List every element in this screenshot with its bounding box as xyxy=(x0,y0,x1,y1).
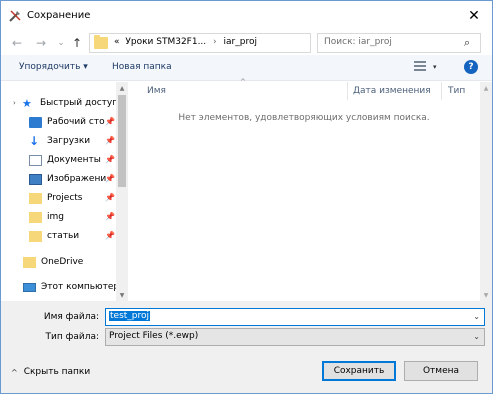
scroll-thumb[interactable] xyxy=(118,95,126,187)
up-arrow-icon: ↑ xyxy=(71,36,83,50)
column-header: ^ Имя Дата изменения Тип xyxy=(128,78,492,100)
search-input[interactable]: Поиск: iar_proj xyxy=(324,37,392,47)
forward-button[interactable]: → xyxy=(33,35,49,51)
folder-icon xyxy=(29,192,42,204)
downloads-icon: ↓ xyxy=(29,133,40,148)
star-icon: ★ xyxy=(22,96,32,110)
column-divider[interactable] xyxy=(441,82,442,100)
chevron-down-icon: ⌄ xyxy=(57,38,65,48)
file-list: ^ Имя Дата изменения Тип Нет элементов, … xyxy=(128,78,492,301)
help-icon: ? xyxy=(468,62,474,72)
sidebar-item-onedrive[interactable]: OneDrive xyxy=(23,253,128,271)
navigation-pane: › ★ Быстрый доступ Рабочий сто 📌 ↓ Загру… xyxy=(1,82,128,301)
folder-icon xyxy=(29,230,42,242)
pin-icon: 📌 xyxy=(105,136,115,145)
breadcrumb-separator[interactable]: › xyxy=(209,37,221,47)
chevron-down-icon[interactable]: ⌄ xyxy=(473,332,480,341)
dialog-footer: ^ Скрыть папки Сохранить Отмена xyxy=(1,351,492,393)
save-button[interactable]: Сохранить xyxy=(322,361,396,381)
column-divider[interactable] xyxy=(347,82,348,100)
forward-arrow-icon: → xyxy=(35,36,47,50)
new-folder-button[interactable]: Новая папка xyxy=(112,62,172,72)
filetype-label: Тип файла: xyxy=(45,332,99,342)
scroll-down-icon[interactable]: ▼ xyxy=(480,289,492,301)
view-dropdown-icon[interactable]: ▾ xyxy=(433,63,437,71)
hide-folders-label: Скрыть папки xyxy=(23,367,91,377)
close-icon: ✕ xyxy=(468,8,480,24)
computer-icon xyxy=(23,282,36,292)
pin-icon: 📌 xyxy=(105,231,115,240)
hide-folders-button[interactable]: ^ Скрыть папки xyxy=(11,367,90,377)
sidebar-item-label: Этот компьютер xyxy=(41,282,120,292)
breadcrumb-current[interactable]: iar_proj xyxy=(224,37,257,47)
sidebar-item-label: Быстрый доступ xyxy=(40,98,119,108)
sidebar-item-label: img xyxy=(47,212,64,222)
column-name[interactable]: Имя xyxy=(147,86,166,96)
search-icon[interactable]: ⌕ xyxy=(464,36,470,50)
file-fields: Имя файла: test_proj ⌄ Тип файла: Projec… xyxy=(1,301,492,351)
sidebar-item-label: статьи xyxy=(47,231,80,241)
folder-icon xyxy=(94,35,108,49)
back-arrow-icon: ← xyxy=(11,36,23,50)
expand-chevron-icon[interactable]: › xyxy=(13,99,19,107)
filename-field[interactable]: test_proj ⌄ xyxy=(105,308,485,326)
pin-icon: 📌 xyxy=(105,193,115,202)
address-bar[interactable]: « Уроки STM32F1... › iar_proj ⌄ ↻ xyxy=(89,33,393,53)
sidebar-item-this-pc[interactable]: Этот компьютер xyxy=(23,278,128,296)
sidebar-item-label: Projects xyxy=(47,193,83,203)
scroll-up-icon[interactable]: ▲ xyxy=(480,82,492,94)
column-type[interactable]: Тип xyxy=(448,86,465,96)
file-list-scrollbar[interactable]: ▲ ▼ xyxy=(480,82,492,301)
organize-button[interactable]: Упорядочить ▾ xyxy=(19,62,88,72)
filetype-select[interactable]: Project Files (*.ewp) ⌄ xyxy=(105,328,485,346)
window-title: Сохранение xyxy=(27,10,91,21)
close-button[interactable]: ✕ xyxy=(459,3,489,29)
onedrive-icon xyxy=(23,256,36,268)
chevron-up-icon: ^ xyxy=(11,367,18,377)
filetype-value: Project Files (*.ewp) xyxy=(109,331,199,341)
save-button-label: Сохранить xyxy=(333,366,385,376)
recent-locations-button[interactable]: ⌄ xyxy=(53,35,69,51)
help-button[interactable]: ? xyxy=(464,60,478,74)
save-dialog: Сохранение ✕ ← → ⌄ ↑ « Уроки STM32F1... … xyxy=(0,0,493,394)
sidebar-item-label: Документы xyxy=(47,155,101,165)
sidebar-item-quick-access[interactable]: › ★ Быстрый доступ xyxy=(13,94,128,112)
breadcrumb-overflow[interactable]: « xyxy=(114,37,120,47)
cancel-button-label: Отмена xyxy=(422,366,460,376)
sidebar-item-label: Загрузки xyxy=(47,136,91,146)
pin-icon: 📌 xyxy=(105,174,115,183)
pin-icon: 📌 xyxy=(105,155,115,164)
pin-icon: 📌 xyxy=(105,117,115,126)
scroll-down-icon[interactable]: ▼ xyxy=(116,289,128,301)
filename-input[interactable]: test_proj xyxy=(109,311,151,321)
sidebar-scrollbar[interactable]: ▲ ▼ xyxy=(116,82,128,301)
folder-icon xyxy=(29,211,42,223)
breadcrumb-parent[interactable]: Уроки STM32F1... xyxy=(125,37,206,47)
view-options-icon[interactable] xyxy=(414,61,426,73)
pin-icon: 📌 xyxy=(105,212,115,221)
documents-icon xyxy=(29,154,42,166)
empty-message: Нет элементов, удовлетворяющих условиям … xyxy=(178,113,430,123)
search-box[interactable]: Поиск: iar_proj ⌕ xyxy=(317,33,481,53)
command-bar: Упорядочить ▾ Новая папка ▾ ? xyxy=(1,55,492,81)
sidebar-item-label: OneDrive xyxy=(41,257,84,267)
sort-ascending-icon: ^ xyxy=(240,78,246,86)
scroll-up-icon[interactable]: ▲ xyxy=(116,82,128,94)
cancel-button[interactable]: Отмена xyxy=(404,361,478,381)
pictures-icon xyxy=(29,173,42,185)
up-button[interactable]: ↑ xyxy=(69,35,85,51)
navigation-bar: ← → ⌄ ↑ « Уроки STM32F1... › iar_proj ⌄ … xyxy=(1,32,492,54)
title-bar: Сохранение ✕ xyxy=(1,1,492,31)
filename-label: Имя файла: xyxy=(43,312,99,322)
breadcrumb: « Уроки STM32F1... › iar_proj xyxy=(114,37,257,47)
sidebar-item-label: Рабочий сто xyxy=(47,117,105,127)
desktop-icon xyxy=(29,116,42,128)
chevron-down-icon[interactable]: ⌄ xyxy=(473,312,480,321)
back-button[interactable]: ← xyxy=(9,35,25,51)
app-tools-icon xyxy=(9,10,21,22)
column-date-modified[interactable]: Дата изменения xyxy=(353,86,431,96)
sidebar-item-label: Изображени xyxy=(47,174,107,184)
